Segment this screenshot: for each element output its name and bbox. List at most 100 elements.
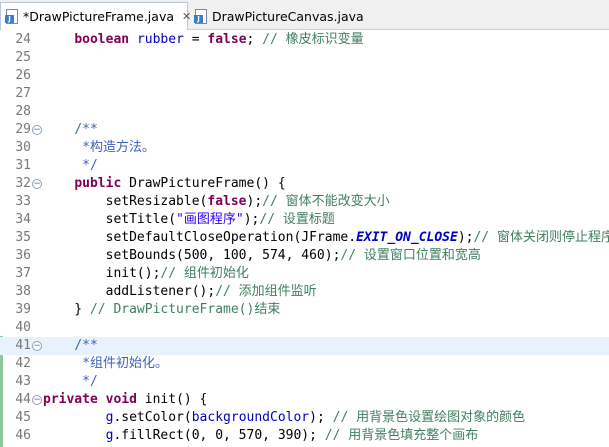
fold-toggle-icon[interactable]: − [32,395,42,405]
code-text: g.fillRect(0, 0, 570, 390); // 用背景色填充整个画… [43,427,479,445]
line-number: 35 [15,230,31,245]
code-line[interactable]: 29− /** [0,121,609,139]
line-number: 31 [15,158,31,173]
code-token: // 窗体不能改变大小 [262,194,390,209]
line-number: 42 [15,356,31,371]
code-token: } [43,302,90,317]
line-number: 28 [15,104,31,119]
code-token: setDefaultCloseOperation(JFrame. [43,230,357,245]
code-token: // 设置标题 [259,212,335,227]
code-token: // DrawPictureFrame()结束 [89,302,281,317]
code-token: false [207,32,247,47]
code-token: false [207,194,247,209]
code-token: ); [309,410,333,425]
editor-tab-bar: J *DrawPictureFrame.java ✕ J DrawPicture… [0,0,609,30]
code-token: // 组件初始化 [160,266,249,281]
fold-toggle-icon[interactable]: − [32,341,42,351]
code-line[interactable]: 35 setDefaultCloseOperation(JFrame.EXIT_… [0,229,609,247]
code-line[interactable]: 43 */ [0,373,609,391]
code-token: // 用背景色填充整个画布 [324,428,479,443]
code-token: /** [74,338,98,353]
code-token: ); [246,194,263,209]
code-token: // 添加组件监听 [215,284,317,299]
code-token: "画图程序" [176,212,244,227]
line-number: 37 [15,266,31,281]
code-line[interactable]: 26 [0,67,609,85]
code-editor[interactable]: 24 boolean rubber = false; // 橡皮标识变量 25 26… [0,30,609,447]
code-token: // 设置窗口位置和宽高 [340,248,481,263]
code-text: addListener();// 添加组件监听 [43,283,317,301]
code-line[interactable]: 37 init();// 组件初始化 [0,265,609,283]
line-number: 46 [15,428,31,443]
code-text: } // DrawPictureFrame()结束 [43,301,280,319]
tab-label: DrawPictureCanvas.java [212,8,364,24]
java-file-icon: J [194,8,207,24]
code-token: /** [74,122,98,137]
code-text: boolean rubber = false; // 橡皮标识变量 [43,31,363,49]
code-line[interactable]: 44− private void init() { [0,391,609,409]
java-file-icon: J [5,9,18,24]
line-number: 36 [15,248,31,263]
code-line[interactable]: 46 g.fillRect(0, 0, 570, 390); // 用背景色填充… [0,427,609,445]
tab-drawpictureframe[interactable]: J *DrawPictureFrame.java ✕ [0,2,191,30]
line-number: 24 [15,32,31,47]
line-number: 30 [15,140,31,155]
code-token: .setColor( [113,410,192,425]
code-line[interactable]: 40 [0,319,609,337]
code-line[interactable]: 41− /** [0,337,609,355]
code-text: setTitle("画图程序");// 设置标题 [43,211,335,229]
code-line[interactable]: 28 [0,103,609,121]
line-number: 41 [15,338,31,353]
code-token: setTitle( [43,212,177,227]
code-text: g.setColor(backgroundColor); // 用背景色设置绘图… [43,409,525,427]
code-line[interactable]: 39 } // DrawPictureFrame()结束 [0,301,609,319]
code-line[interactable]: 34 setTitle("画图程序");// 设置标题 [0,211,609,229]
code-text: private void init() { [43,391,207,409]
code-token: EXIT_ON_CLOSE [356,230,458,245]
line-number: 29 [15,122,31,137]
code-line[interactable]: 36 setBounds(500, 100, 574, 460);// 设置窗口… [0,247,609,265]
line-number: 26 [15,68,31,83]
code-token: init() { [136,392,208,407]
code-token: = [183,32,208,47]
code-text: /** [43,121,98,139]
code-line[interactable]: 32− public DrawPictureFrame() { [0,175,609,193]
line-number: 38 [15,284,31,299]
code-token: *组件初始化。 [82,356,168,371]
code-token: private [43,392,98,407]
code-line[interactable]: 25 [0,49,609,67]
fold-toggle-icon[interactable]: − [32,179,42,189]
code-token: ); [457,230,474,245]
code-line[interactable]: 38 addListener();// 添加组件监听 [0,283,609,301]
tab-drawpicturecanvas[interactable]: J DrawPictureCanvas.java [190,2,364,30]
code-line[interactable]: 31 */ [0,157,609,175]
line-number: 40 [15,320,31,335]
code-token: rubber [136,32,184,47]
code-token: ); [243,212,260,227]
code-text: setResizable(false);// 窗体不能改变大小 [43,193,390,211]
code-line[interactable]: 33 setResizable(false);// 窗体不能改变大小 [0,193,609,211]
code-line[interactable]: 42 *组件初始化。 [0,355,609,373]
fold-toggle-icon[interactable]: − [32,125,42,135]
line-number: 43 [15,374,31,389]
code-token: */ [82,374,98,389]
line-number: 34 [15,212,31,227]
code-line[interactable]: 30 *构造方法。 [0,139,609,157]
code-token: *构造方法。 [82,140,155,155]
code-line[interactable]: 27 [0,85,609,103]
code-text: setDefaultCloseOperation(JFrame.EXIT_ON_… [43,229,609,247]
code-token: boolean [74,32,130,47]
line-number: 33 [15,194,31,209]
code-line[interactable]: 24 boolean rubber = false; // 橡皮标识变量 [0,31,609,49]
code-text: setBounds(500, 100, 574, 460);// 设置窗口位置和… [43,247,481,265]
code-line[interactable]: 45 g.setColor(backgroundColor); // 用背景色设… [0,409,609,427]
code-token: void [105,392,137,407]
